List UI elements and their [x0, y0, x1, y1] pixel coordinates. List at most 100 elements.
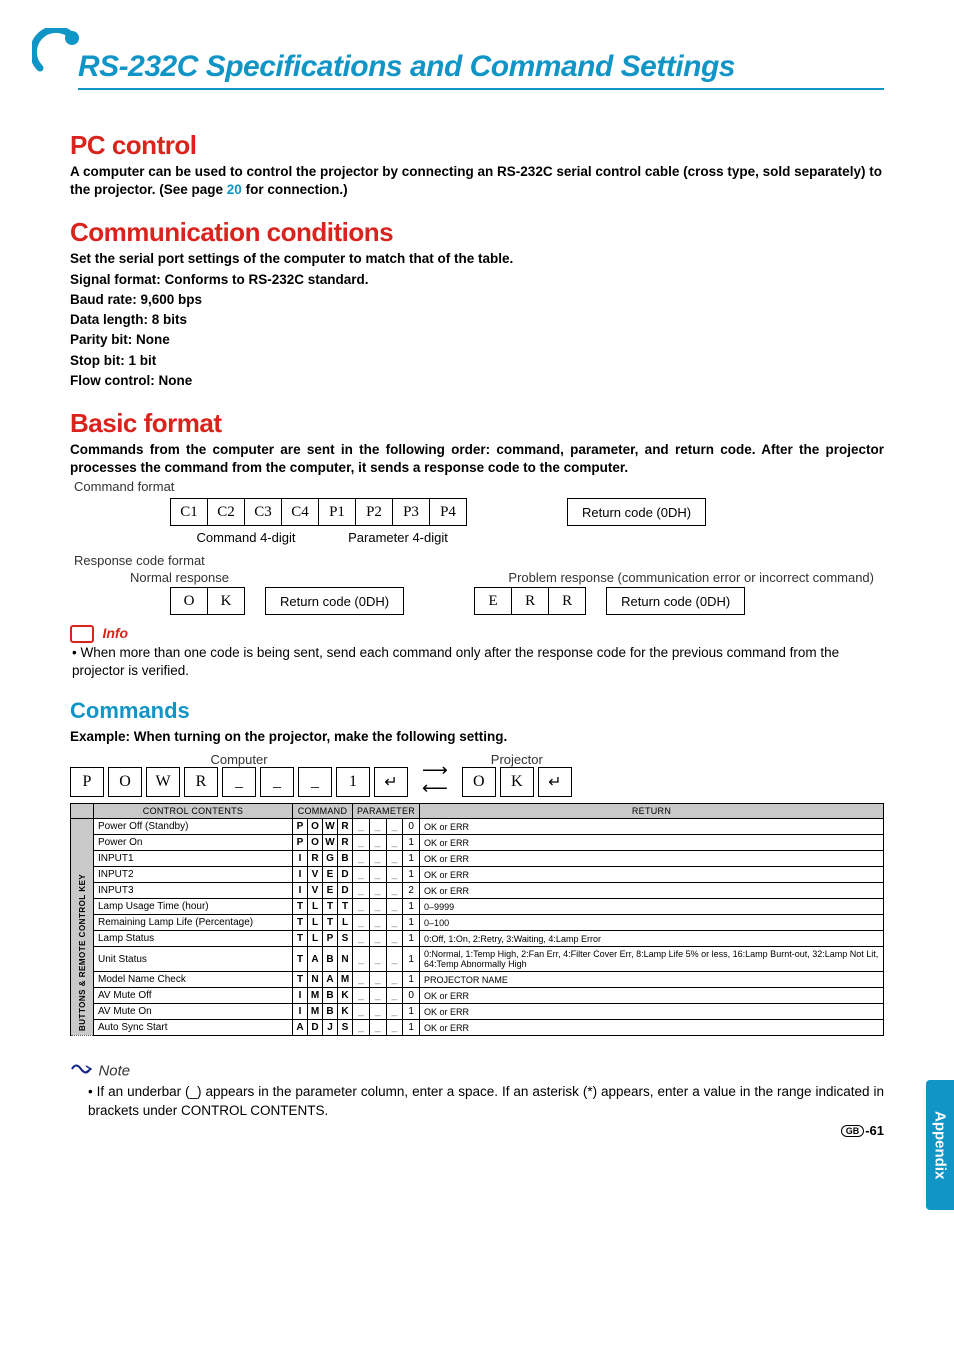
- cmd-char: L: [308, 915, 323, 931]
- cmd-char: L: [338, 915, 353, 931]
- param-char: _: [353, 835, 370, 851]
- cmd-char: B: [323, 947, 338, 972]
- control-content: AV Mute Off: [94, 988, 293, 1004]
- format-cell: C4: [282, 498, 319, 526]
- param-char: _: [386, 883, 403, 899]
- return-value: OK or ERR: [420, 883, 884, 899]
- control-content: Model Name Check: [94, 972, 293, 988]
- control-content: INPUT1: [94, 851, 293, 867]
- cmd-char: K: [338, 1004, 353, 1020]
- table-row: Auto Sync StartADJS___1OK or ERR: [71, 1020, 884, 1036]
- param-char: _: [386, 1004, 403, 1020]
- return-code-ok: Return code (0DH): [265, 587, 404, 615]
- control-content: Unit Status: [94, 947, 293, 972]
- cmd-char: G: [323, 851, 338, 867]
- param-char: _: [386, 851, 403, 867]
- example-cell: _: [260, 767, 294, 797]
- cmd-char: R: [338, 819, 353, 835]
- projector-label: Projector: [462, 752, 572, 767]
- return-value: 0–100: [420, 915, 884, 931]
- comm-line: Data length: 8 bits: [70, 311, 884, 329]
- param-char: _: [369, 851, 386, 867]
- example-cell: O: [462, 767, 496, 797]
- gb-badge: GB: [841, 1125, 865, 1137]
- return-value: OK or ERR: [420, 819, 884, 835]
- appendix-tab: Appendix: [926, 1080, 954, 1210]
- info-text: • When more than one code is being sent,…: [72, 644, 884, 680]
- cmd-char: T: [293, 972, 308, 988]
- category-label: BUTTONS & REMOTE CONTROL KEY: [71, 819, 94, 1036]
- return-code-err: Return code (0DH): [606, 587, 745, 615]
- format-cell: R: [549, 587, 586, 615]
- th-command: COMMAND: [293, 804, 353, 819]
- normal-resp-label: Normal response: [130, 570, 229, 585]
- param-char: 1: [403, 1020, 420, 1036]
- param-char: _: [353, 931, 370, 947]
- param-char: _: [386, 899, 403, 915]
- cmd-char: I: [293, 851, 308, 867]
- param-char: _: [353, 947, 370, 972]
- table-row: AV Mute OnIMBK___1OK or ERR: [71, 1004, 884, 1020]
- cmd-char: J: [323, 1020, 338, 1036]
- return-value: OK or ERR: [420, 835, 884, 851]
- info-label: Info: [102, 626, 128, 642]
- format-cell: P2: [356, 498, 393, 526]
- example-cell: _: [222, 767, 256, 797]
- cmd-char: W: [323, 835, 338, 851]
- page-number: GB-61: [841, 1123, 884, 1138]
- control-content: AV Mute On: [94, 1004, 293, 1020]
- cmd-char: B: [323, 1004, 338, 1020]
- control-content: Auto Sync Start: [94, 1020, 293, 1036]
- cmd-char: O: [308, 835, 323, 851]
- example-cell: _: [298, 767, 332, 797]
- table-row: INPUT2IVED___1OK or ERR: [71, 867, 884, 883]
- swoosh-icon: [32, 28, 80, 76]
- param-char: _: [369, 835, 386, 851]
- control-content: Remaining Lamp Life (Percentage): [94, 915, 293, 931]
- format-cell: O: [170, 587, 208, 615]
- err-cells: ERR: [474, 587, 586, 615]
- table-row: INPUT3IVED___2OK or ERR: [71, 883, 884, 899]
- example-cell: K: [500, 767, 534, 797]
- param-char: _: [353, 851, 370, 867]
- ok-cells: OK: [170, 587, 245, 615]
- cmd-char: D: [338, 867, 353, 883]
- note-text-content: If an underbar (_) appears in the parame…: [88, 1084, 884, 1117]
- cmd-char: A: [293, 1020, 308, 1036]
- comm-line: Flow control: None: [70, 372, 884, 390]
- cmd-char: K: [338, 988, 353, 1004]
- format-cell: P1: [319, 498, 356, 526]
- example-cell: ↵: [374, 767, 408, 797]
- param-char: 2: [403, 883, 420, 899]
- param-char: _: [369, 819, 386, 835]
- comm-heading: Communication conditions: [70, 217, 884, 248]
- format-cell: P4: [430, 498, 467, 526]
- param-char: _: [353, 1020, 370, 1036]
- cmd-char: R: [338, 835, 353, 851]
- cmd-char: D: [308, 1020, 323, 1036]
- control-content: INPUT3: [94, 883, 293, 899]
- cmd-char: N: [308, 972, 323, 988]
- cmd-char: S: [338, 931, 353, 947]
- param-char: 1: [403, 835, 420, 851]
- cmd-char: D: [338, 883, 353, 899]
- comm-line: Parity bit: None: [70, 331, 884, 349]
- page-20-link[interactable]: 20: [227, 182, 242, 197]
- format-cell: P3: [393, 498, 430, 526]
- cmd-char: I: [293, 1004, 308, 1020]
- cmd-char: L: [308, 931, 323, 947]
- param-char: 1: [403, 915, 420, 931]
- table-row: Lamp StatusTLPS___10:Off, 1:On, 2:Retry,…: [71, 931, 884, 947]
- control-content: INPUT2: [94, 867, 293, 883]
- cmd-char: T: [323, 899, 338, 915]
- cmd-format-label: Command format: [74, 479, 884, 494]
- return-value: 0:Normal, 1:Temp High, 2:Fan Err, 4:Filt…: [420, 947, 884, 972]
- pc-control-text: A computer can be used to control the pr…: [70, 163, 884, 199]
- format-cell: E: [474, 587, 512, 615]
- control-content: Lamp Status: [94, 931, 293, 947]
- control-content: Power Off (Standby): [94, 819, 293, 835]
- param-char: _: [369, 899, 386, 915]
- th-parameter: PARAMETER: [353, 804, 420, 819]
- resp-format-label: Response code format: [74, 553, 884, 568]
- param-char: _: [353, 867, 370, 883]
